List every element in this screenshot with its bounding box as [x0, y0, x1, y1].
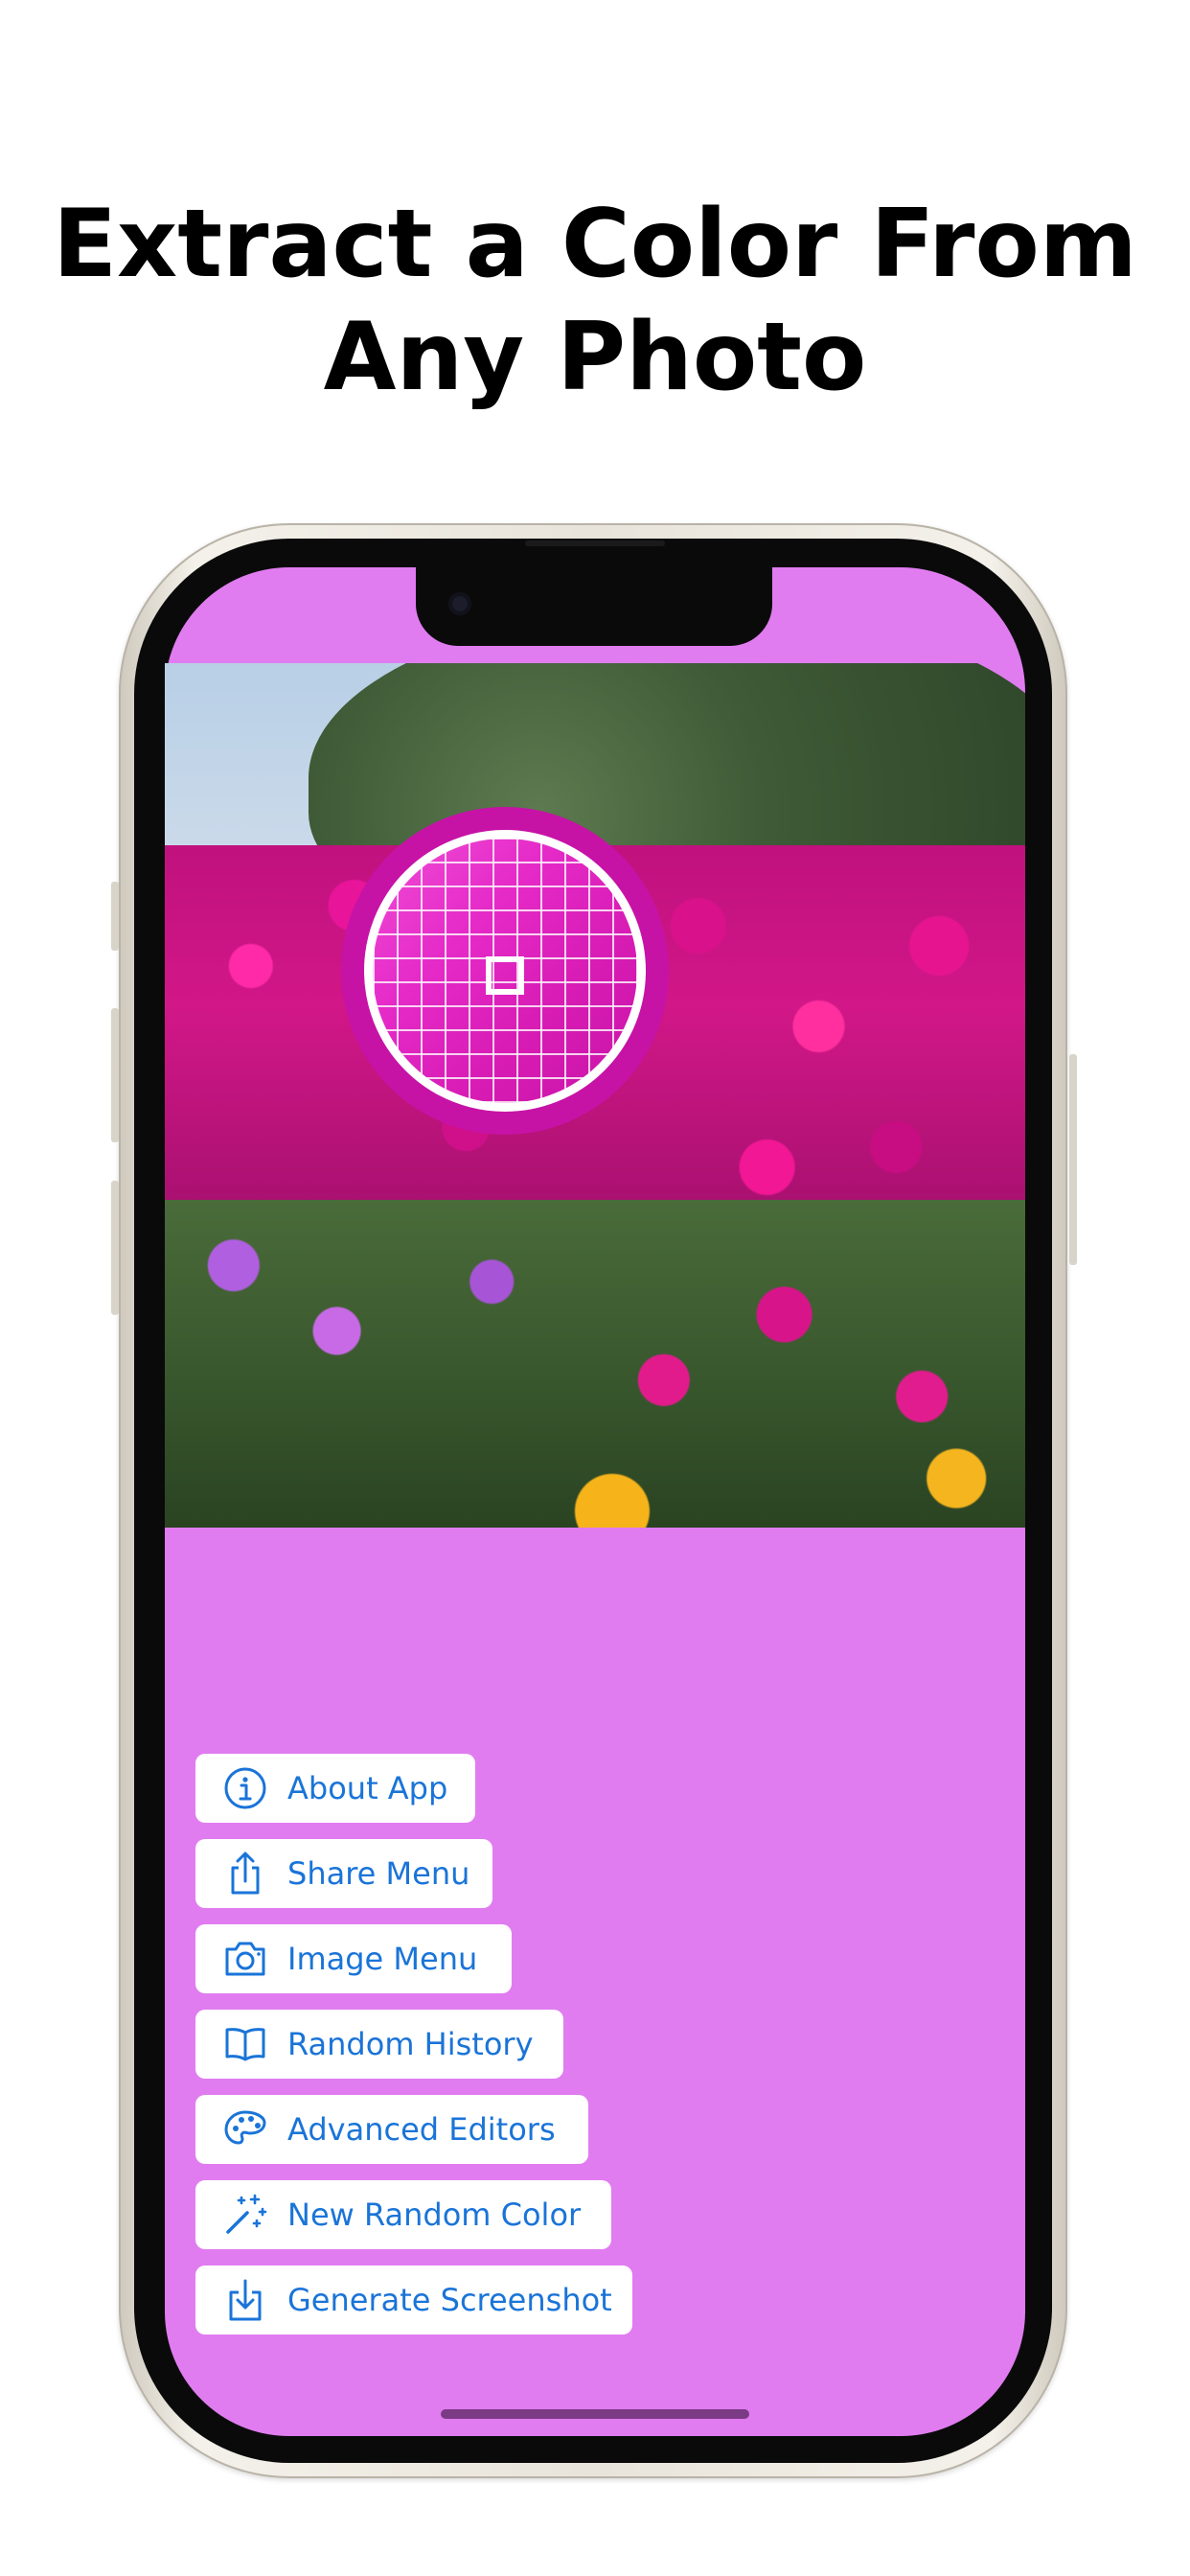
image-menu-label: Image Menu [287, 1941, 478, 1977]
new-random-color-label: New Random Color [287, 2196, 582, 2233]
camera-icon [222, 1936, 268, 1982]
share-menu-button[interactable]: Share Menu [195, 1839, 492, 1908]
about-app-label: About App [287, 1770, 448, 1806]
new-random-color-button[interactable]: New Random Color [195, 2180, 611, 2249]
home-indicator[interactable] [441, 2409, 749, 2419]
front-camera [448, 592, 471, 615]
share-menu-label: Share Menu [287, 1855, 470, 1892]
random-history-button[interactable]: Random History [195, 2010, 563, 2079]
earpiece [525, 540, 665, 546]
generate-screenshot-button[interactable]: Generate Screenshot [195, 2266, 632, 2334]
action-button [111, 882, 119, 951]
headline-line-1: Extract a Color From [53, 190, 1137, 299]
headline: Extract a Color From Any Photo [0, 188, 1190, 414]
photo-foliage [165, 1200, 1025, 1528]
random-history-label: Random History [287, 2026, 534, 2062]
advanced-editors-button[interactable]: Advanced Editors [195, 2095, 588, 2164]
download-tray-icon [222, 2277, 268, 2323]
info-circle-icon [222, 1765, 268, 1811]
share-icon [222, 1851, 268, 1897]
advanced-editors-label: Advanced Editors [287, 2111, 556, 2148]
book-icon [222, 2021, 268, 2067]
about-app-button[interactable]: About App [195, 1754, 475, 1823]
loupe-target-square [486, 956, 524, 995]
volume-down-button [111, 1181, 119, 1315]
power-button [1069, 1054, 1077, 1265]
volume-up-button [111, 1008, 119, 1142]
headline-line-2: Any Photo [323, 303, 867, 412]
palette-icon [222, 2106, 268, 2152]
image-menu-button[interactable]: Image Menu [195, 1924, 512, 1993]
generate-screenshot-label: Generate Screenshot [287, 2282, 612, 2318]
magic-wand-icon [222, 2192, 268, 2238]
